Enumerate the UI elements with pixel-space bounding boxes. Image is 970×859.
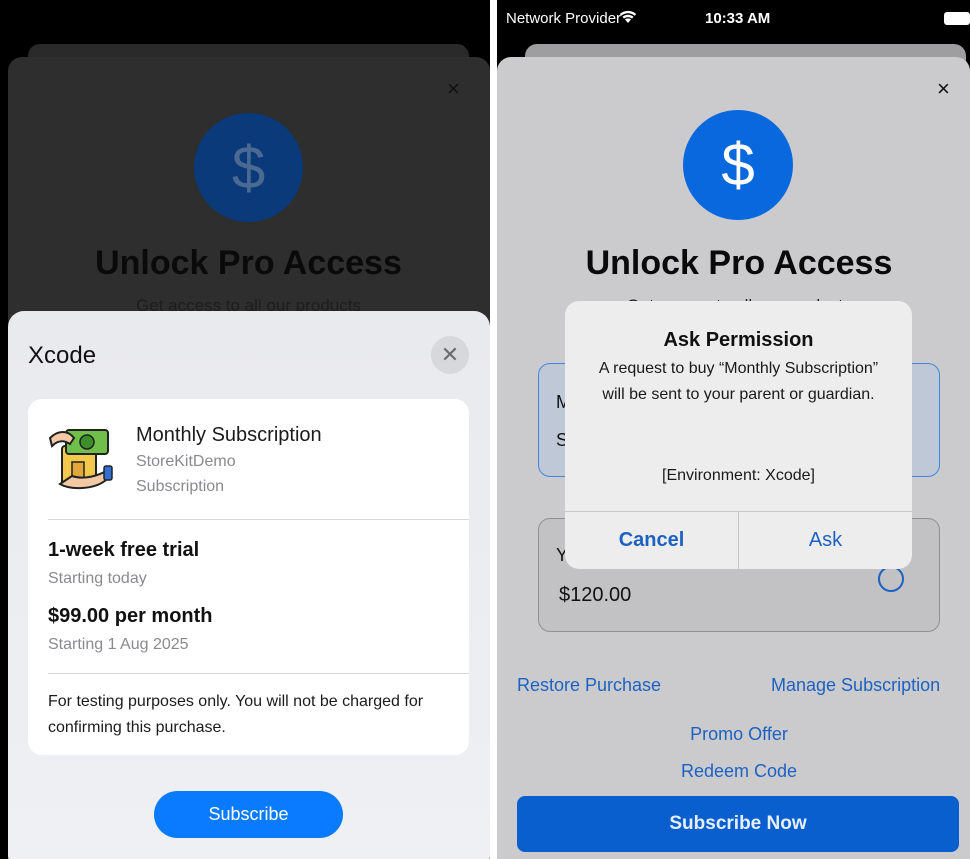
product-type: Subscription [136, 478, 225, 495]
alert-cancel-button[interactable]: Cancel [565, 512, 738, 569]
alert-message: A request to buy “Monthly Subscription” … [598, 360, 879, 403]
price-subtitle: Starting 1 Aug 2025 [48, 636, 189, 653]
divider [48, 673, 469, 674]
paywall-title: Unlock Pro Access [585, 244, 893, 282]
paywall-close-icon[interactable]: × [937, 76, 950, 102]
alert-environment: [Environment: Xcode] [662, 467, 815, 484]
divider [48, 519, 469, 520]
app-paywall-screen: Network Provider 10:33 AM × $ Unlock Pro… [497, 0, 970, 859]
manage-subscription-link[interactable]: Manage Subscription [771, 675, 940, 696]
paywall-title: Unlock Pro Access [95, 244, 402, 282]
subscribe-button[interactable]: Subscribe [154, 791, 343, 838]
alert-ask-button[interactable]: Ask [739, 512, 912, 569]
subscribe-now-button[interactable]: Subscribe Now [517, 796, 959, 852]
ask-permission-alert: Ask Permission A request to buy “Monthly… [565, 301, 912, 569]
paywall-close-icon[interactable]: × [447, 76, 460, 102]
product-app-name: StoreKitDemo [136, 453, 236, 470]
clock: 10:33 AM [705, 10, 771, 27]
price-title: $99.00 per month [48, 605, 213, 627]
testing-note: For testing purposes only. You will not … [48, 693, 424, 736]
promo-offer-link[interactable]: Promo Offer [497, 724, 970, 745]
radio-button[interactable] [878, 566, 904, 592]
sheet-title: Xcode [28, 342, 97, 369]
status-bar: Network Provider 10:33 AM [497, 0, 970, 36]
sheet-close-button[interactable]: ✕ [431, 336, 469, 374]
redeem-code-link[interactable]: Redeem Code [497, 761, 970, 782]
trial-title: 1-week free trial [48, 539, 200, 561]
trial-subtitle: Starting today [48, 570, 147, 587]
xcode-purchase-screen: × $ Unlock Pro Access Get access to all … [0, 0, 490, 859]
plan-option-price: $120.00 [559, 584, 632, 606]
wifi-icon [619, 10, 637, 23]
dollar-icon: $ [194, 113, 303, 222]
carrier-label: Network Provider [506, 10, 622, 27]
restore-purchase-link[interactable]: Restore Purchase [517, 675, 661, 696]
dollar-icon: $ [683, 110, 793, 220]
product-name: Monthly Subscription [136, 424, 322, 446]
alert-title: Ask Permission [663, 329, 814, 351]
money-hand-icon [48, 429, 113, 490]
battery-icon [944, 12, 970, 25]
